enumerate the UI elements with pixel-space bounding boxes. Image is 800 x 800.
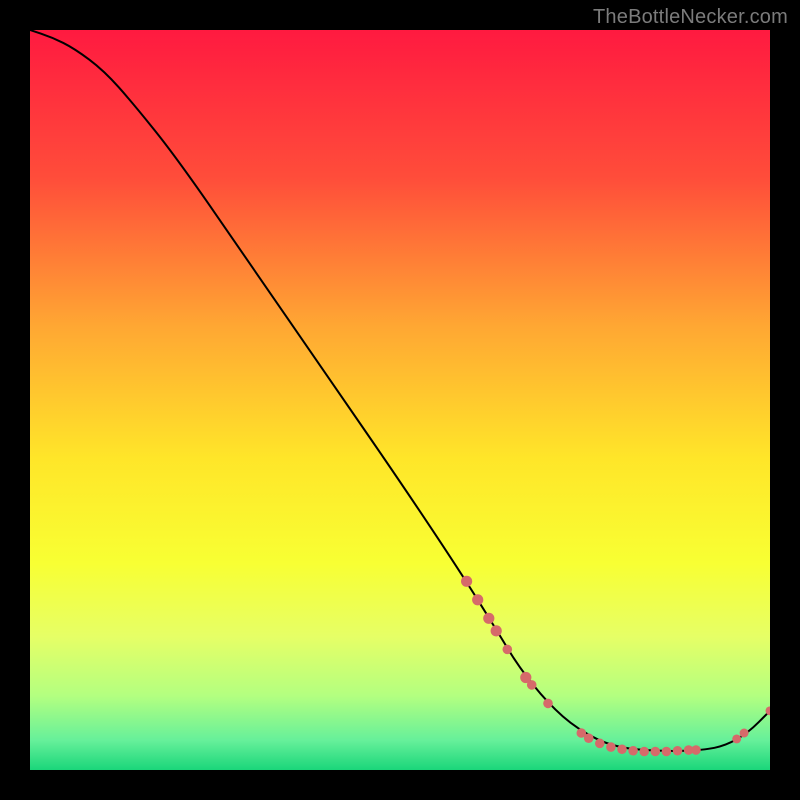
- data-point-marker: [662, 747, 672, 757]
- data-point-marker: [527, 680, 537, 690]
- data-point-marker: [651, 747, 661, 757]
- watermark-text: TheBottleNecker.com: [593, 6, 788, 29]
- data-point-marker: [639, 747, 649, 757]
- chart-svg: [30, 30, 770, 770]
- data-point-marker: [740, 729, 749, 738]
- data-point-marker: [673, 746, 683, 756]
- data-point-marker: [543, 699, 553, 709]
- chart-plot-area: [30, 30, 770, 770]
- data-point-marker: [461, 576, 472, 587]
- data-point-marker: [732, 734, 741, 743]
- data-point-marker: [691, 745, 701, 755]
- data-point-marker: [472, 594, 483, 605]
- chart-background: [30, 30, 770, 770]
- data-point-marker: [584, 733, 594, 743]
- chart-stage: TheBottleNecker.com: [0, 0, 800, 800]
- data-point-marker: [503, 645, 513, 655]
- data-point-marker: [617, 744, 627, 754]
- data-point-marker: [483, 613, 494, 624]
- data-point-marker: [606, 742, 616, 752]
- data-point-marker: [491, 625, 502, 636]
- data-point-marker: [595, 739, 605, 749]
- data-point-marker: [628, 746, 638, 756]
